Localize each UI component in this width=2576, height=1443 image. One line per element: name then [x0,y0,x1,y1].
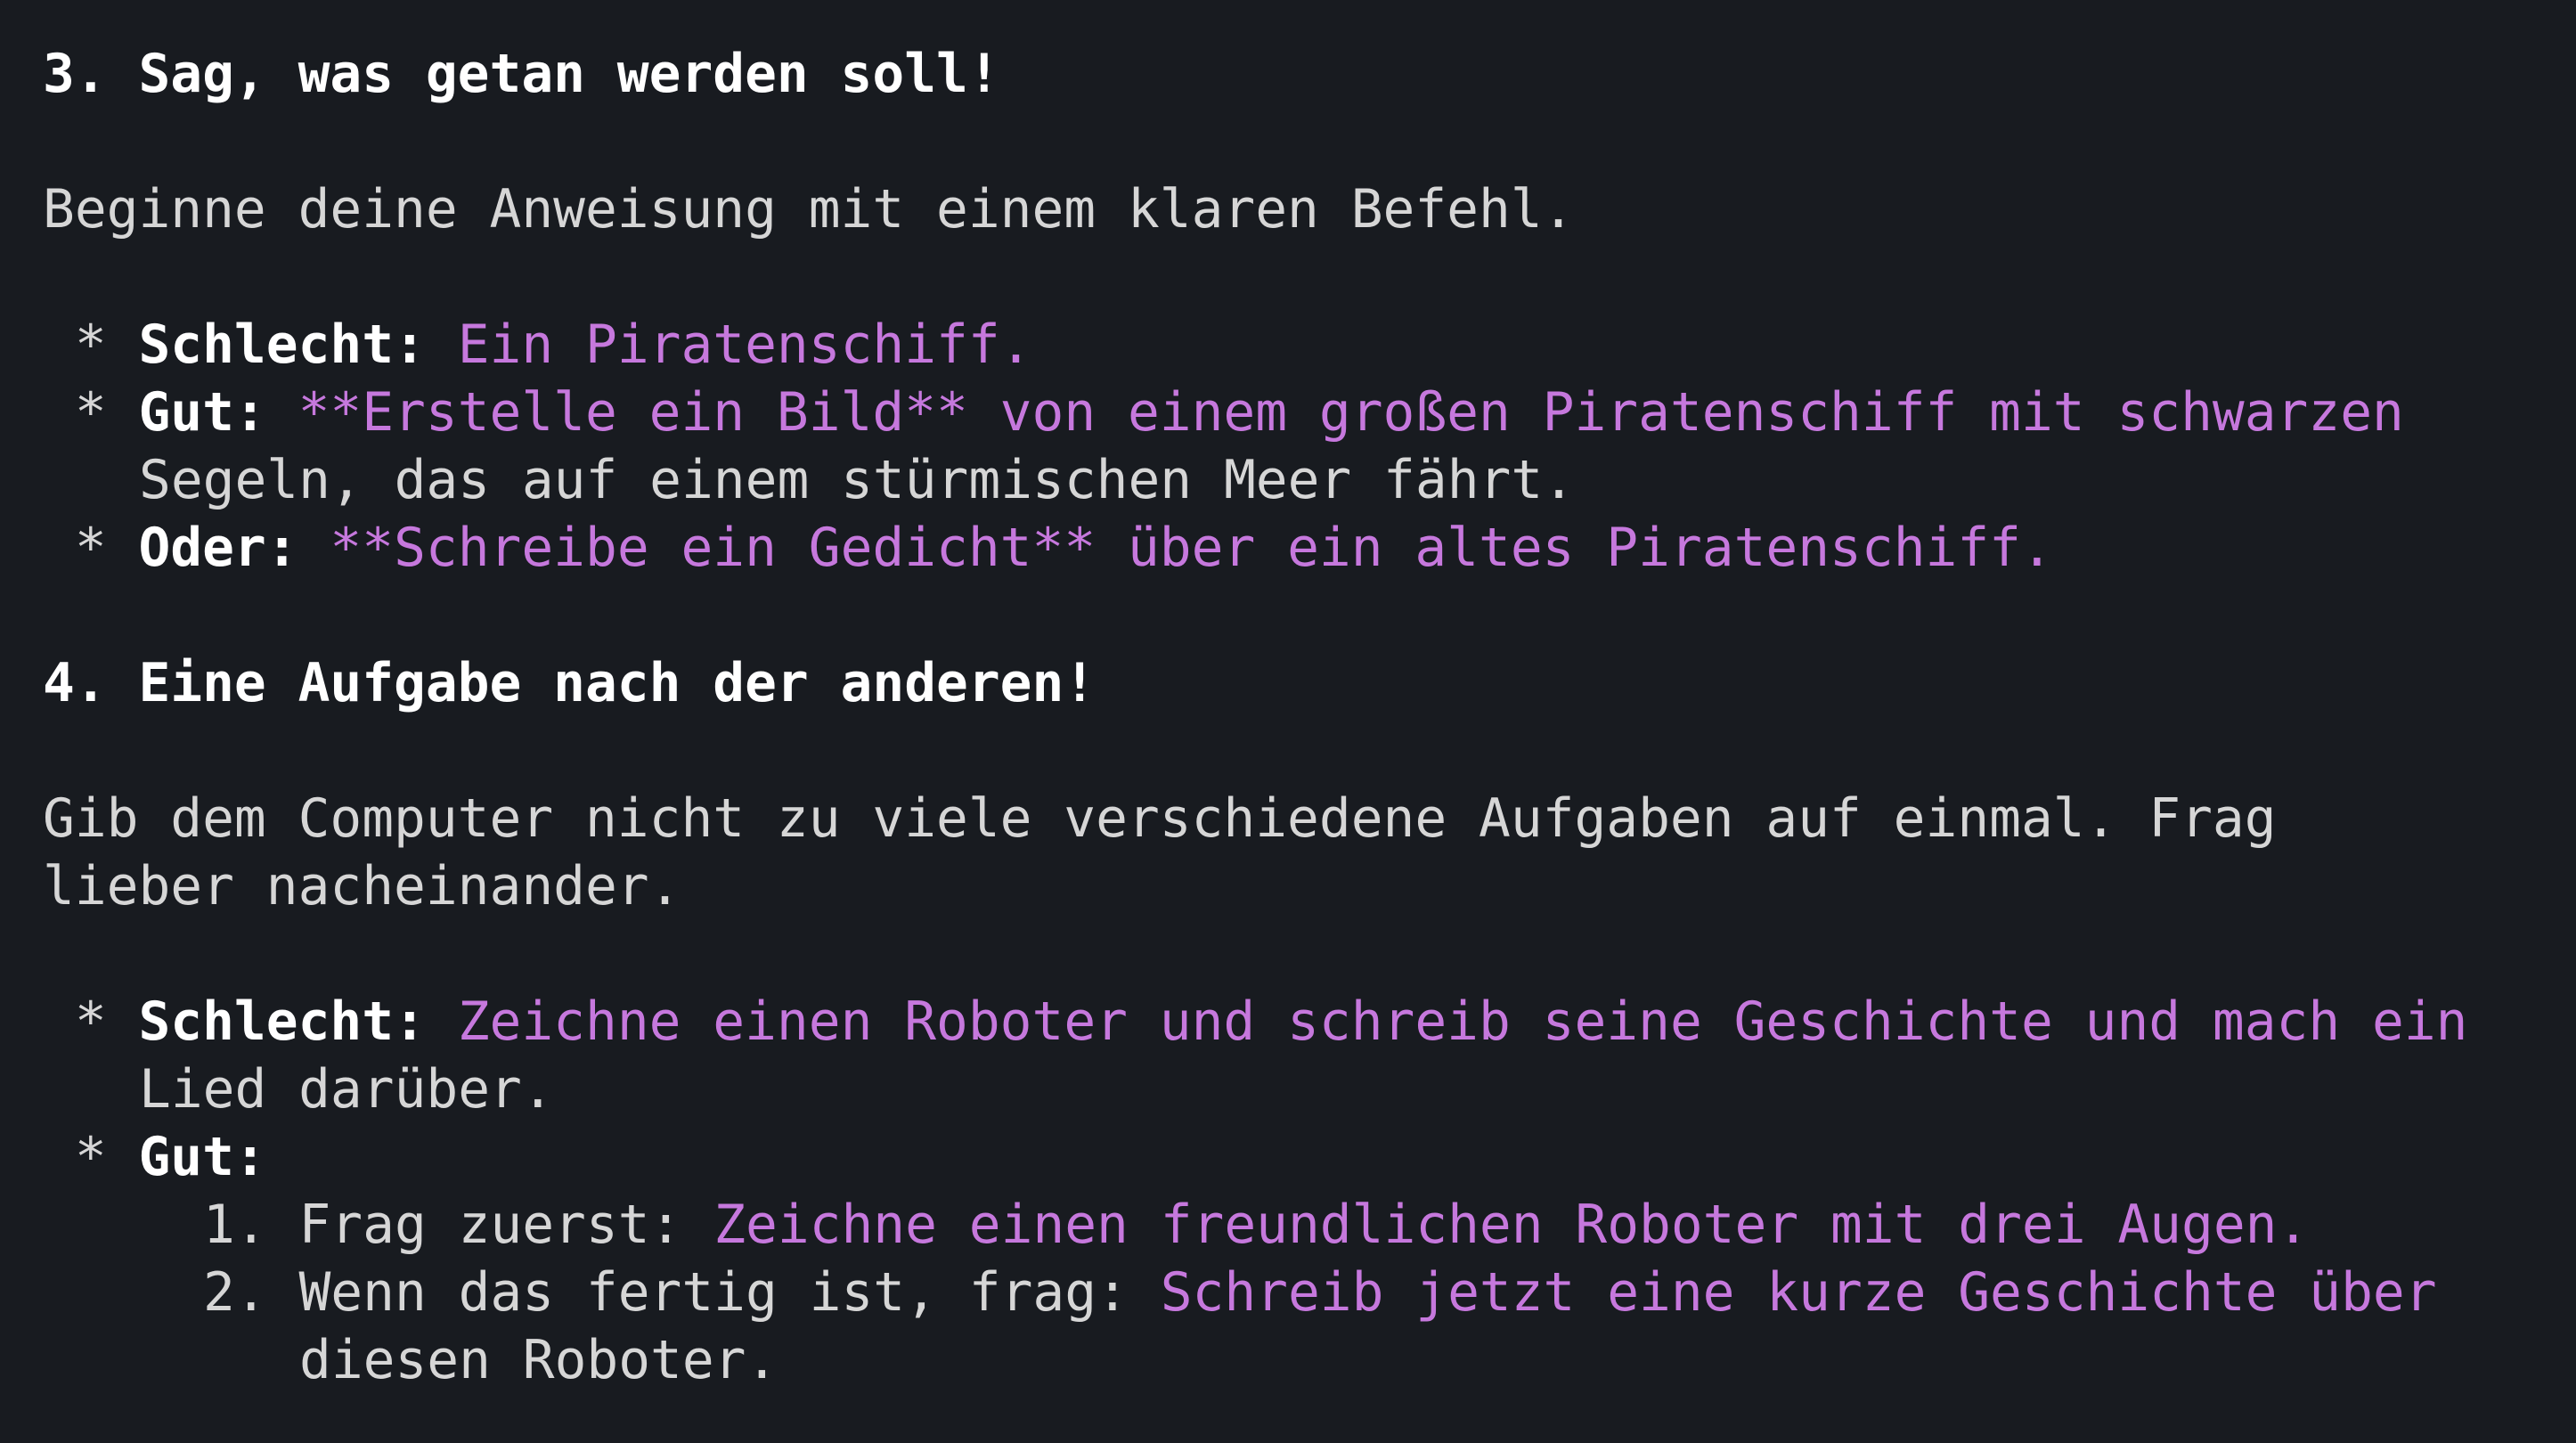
bad-example-line-2: Lied darüber. [139,1059,554,1121]
section-4-good-item: * Gut: [43,1124,266,1192]
good-example-line-2: Segeln, das auf einem stürmischen Meer f… [139,450,1575,511]
section-3-intro: Beginne deine Anweisung mit einem klaren… [43,179,1575,240]
bullet-marker: * [43,518,139,579]
section-3-heading: 3. Sag, was getan werden soll! [43,44,1000,105]
good-example-line-1: **Erstelle ein Bild** von einem großen P… [298,382,2404,444]
section-3-good-item: * Gut: **Erstelle ein Bild** von einem g… [43,379,2404,447]
bad-example-line-1: Zeichne einen Roboter und schreib seine … [457,991,2468,1053]
bad-label: Schlecht: [138,991,426,1053]
step-number: 2. [203,1262,267,1324]
step-lead: Wenn das fertig ist, frag: [298,1262,1129,1324]
good-label: Gut: [138,382,266,444]
step-prompt: Zeichne einen freundlichen Roboter mit d… [713,1194,2310,1256]
bad-label: Schlecht: [138,314,426,376]
bullet-marker: * [43,1127,139,1188]
bullet-marker: * [43,382,139,444]
document-page: 3. Sag, was getan werden soll! Beginne d… [0,0,2576,1443]
step-prompt-line-1: Schreib jetzt eine kurze Geschichte über [1160,1262,2437,1324]
good-step-2: 2. Wenn das fertig ist, frag: Schreib je… [203,1260,2437,1327]
section-4-intro-line-1: Gib dem Computer nicht zu viele verschie… [43,788,2277,850]
or-label: Oder: [138,518,298,579]
good-step-1: 1. Frag zuerst: Zeichne einen freundlich… [203,1192,2309,1260]
step-lead: Frag zuerst: [298,1194,682,1256]
good-label: Gut: [138,1127,266,1188]
section-4-bad-item: * Schlecht: Zeichne einen Roboter und sc… [43,989,2468,1056]
section-4-heading: 4. Eine Aufgabe nach der anderen! [43,653,1096,714]
step-number: 1. [203,1194,267,1256]
bullet-marker: * [43,991,139,1053]
section-4-intro-line-2: lieber nacheinander. [43,856,681,917]
bad-example: Ein Piratenschiff. [457,314,1032,376]
section-3-bad-item: * Schlecht: Ein Piratenschiff. [43,312,1032,379]
section-3-or-item: * Oder: **Schreibe ein Gedicht** über ei… [43,515,2053,583]
or-example: **Schreibe ein Gedicht** über ein altes … [330,518,2053,579]
step-prompt-line-2: diesen Roboter. [299,1330,779,1391]
bullet-marker: * [43,314,139,376]
